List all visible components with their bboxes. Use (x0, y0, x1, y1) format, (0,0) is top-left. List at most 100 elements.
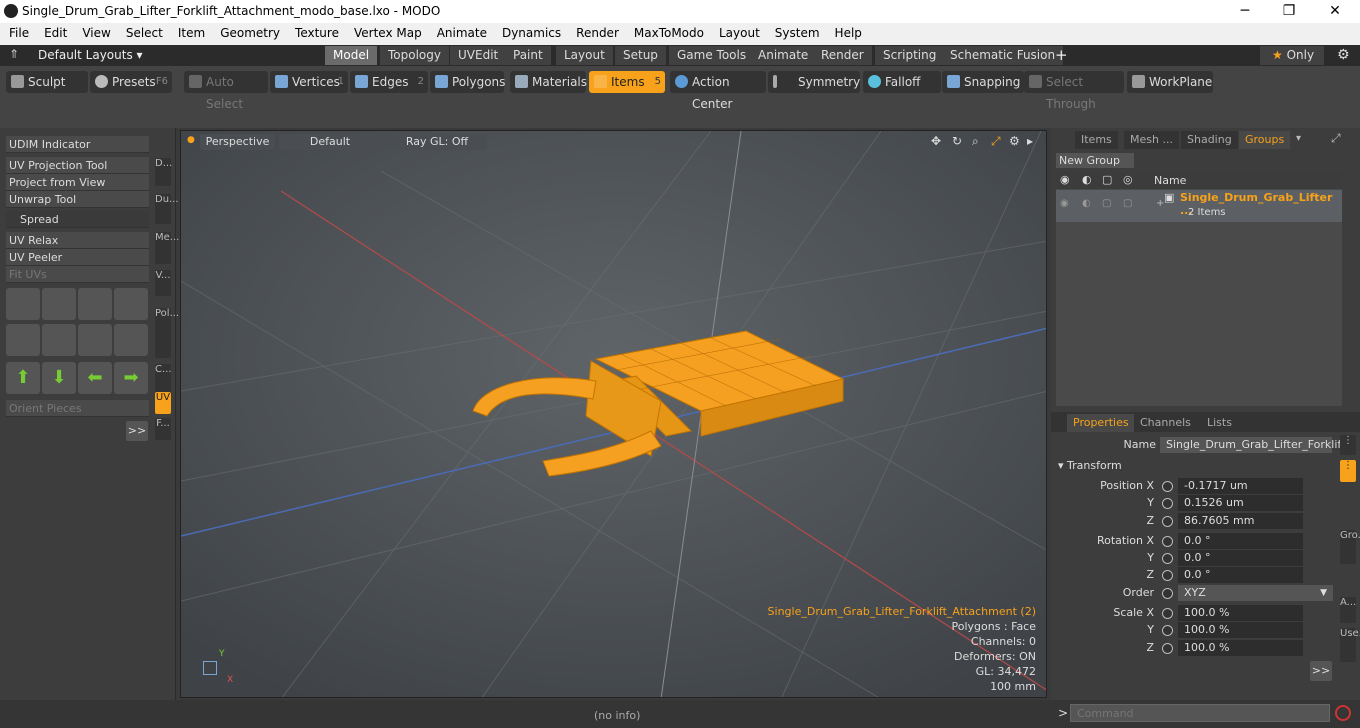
arrow-up-icon[interactable]: ⬆ (6, 362, 40, 394)
rotation-y-field[interactable]: 0.0 ° (1178, 550, 1303, 566)
more-tools-button[interactable]: >> (126, 421, 148, 441)
fit-view-icon[interactable]: ⤢ (991, 134, 1001, 149)
tab-groups[interactable]: Groups (1239, 131, 1291, 149)
select-toggle-icon[interactable]: ▢ (1123, 198, 1132, 209)
workplane-button[interactable]: WorkPlane (1127, 71, 1213, 93)
props-side-tab-handle[interactable]: ⋮ (1340, 435, 1356, 455)
tab-layout[interactable]: Layout (556, 46, 614, 65)
tab-topology[interactable]: Topology (380, 46, 450, 65)
select-through-button[interactable]: Select Through (1024, 71, 1124, 111)
gear-icon[interactable]: ⚙ (1337, 47, 1350, 63)
order-key-icon[interactable] (1162, 588, 1173, 599)
falloff-button[interactable]: Falloff (863, 71, 941, 93)
rotation-z-field[interactable]: 0.0 ° (1178, 567, 1303, 583)
position-z-key-icon[interactable] (1162, 516, 1173, 527)
menu-geometry[interactable]: Geometry (211, 23, 286, 40)
side-tab-d[interactable]: D... (155, 158, 172, 186)
position-x-field[interactable]: -0.1717 um (1178, 478, 1303, 494)
tab-schematic-fusion[interactable]: Schematic Fusion (942, 46, 1065, 65)
menu-select[interactable]: Select (117, 23, 169, 40)
close-button[interactable]: ✕ (1315, 1, 1355, 21)
scale-y-key-icon[interactable] (1162, 625, 1173, 636)
sculpt-button[interactable]: Sculpt (6, 71, 88, 93)
scale-z-key-icon[interactable] (1162, 643, 1173, 654)
uv-grid-icon[interactable] (114, 324, 148, 356)
menu-system[interactable]: System (766, 23, 826, 40)
scale-x-field[interactable]: 100.0 % (1178, 605, 1303, 621)
menu-dynamics[interactable]: Dynamics (493, 23, 567, 40)
viewport-expand-icon[interactable]: ▸ (1027, 134, 1033, 148)
order-dropdown[interactable]: XYZ ▼ (1178, 585, 1333, 601)
render-toggle-icon[interactable]: ◐ (1082, 198, 1091, 209)
default-shading-dropdown[interactable]: Default (279, 134, 381, 150)
group-row[interactable]: ◉ ◐ ▢ ▢ + ▣ Single_Drum_Grab_Lifter ... … (1056, 190, 1342, 222)
3d-viewport[interactable]: ● Perspective Default Ray GL: Off ✥ ↻ ⌕ … (180, 130, 1047, 698)
symmetry-button[interactable]: Symmetry (768, 71, 860, 93)
orient-pieces-button[interactable]: Orient Pieces (6, 400, 149, 417)
menu-edit[interactable]: Edit (35, 23, 73, 40)
menu-help[interactable]: Help (826, 23, 868, 40)
auto-select-button[interactable]: Auto Select (184, 71, 268, 111)
name-field[interactable]: Single_Drum_Grab_Lifter_Forklift (1160, 437, 1345, 453)
only-toggle[interactable]: ★ Only (1260, 46, 1324, 65)
fit-uvs-button[interactable]: Fit UVs (6, 266, 149, 283)
position-x-key-icon[interactable] (1162, 481, 1173, 492)
tab-setup[interactable]: Setup (615, 46, 667, 65)
side-tab-me[interactable]: Me... (155, 232, 179, 264)
tab-items[interactable]: Items (1075, 131, 1118, 149)
side-tab-uv[interactable]: UV (155, 392, 171, 414)
edges-button[interactable]: Edges 2 (350, 71, 428, 93)
rotation-x-key-icon[interactable] (1162, 536, 1173, 547)
tab-scripting[interactable]: Scripting (875, 46, 946, 65)
arrow-right-icon[interactable]: ➡ (114, 362, 148, 394)
arrow-left-icon[interactable]: ⬅ (78, 362, 112, 394)
scale-x-key-icon[interactable] (1162, 608, 1173, 619)
move-view-icon[interactable]: ✥ (931, 134, 941, 148)
tab-channels[interactable]: Channels (1134, 414, 1197, 432)
perspective-dropdown[interactable]: Perspective (200, 134, 275, 150)
udim-indicator-button[interactable]: UDIM Indicator (6, 136, 149, 153)
side-tab-v[interactable]: V... (155, 270, 171, 296)
add-tab-button[interactable]: + (1055, 46, 1068, 64)
maximize-button[interactable]: ❐ (1269, 1, 1309, 21)
props-side-tab-a[interactable]: A... (1340, 597, 1356, 623)
menu-vertex-map[interactable]: Vertex Map (345, 23, 428, 40)
side-tab-c[interactable]: C... (155, 364, 172, 394)
properties-more-button[interactable]: >> (1310, 661, 1332, 681)
props-side-tab-use[interactable]: Use... (1340, 628, 1360, 662)
presets-button[interactable]: Presets F6 (90, 71, 172, 93)
unwrap-tool-button[interactable]: Unwrap Tool (6, 191, 149, 208)
uv-scale-tool-icon[interactable] (78, 288, 112, 320)
tab-mesh[interactable]: Mesh ... (1124, 131, 1179, 149)
uv-pyramid-icon[interactable] (78, 324, 112, 356)
rotation-x-field[interactable]: 0.0 ° (1178, 533, 1303, 549)
position-y-field[interactable]: 0.1526 um (1178, 495, 1303, 511)
scale-y-field[interactable]: 100.0 % (1178, 622, 1303, 638)
menu-maxtomodo[interactable]: MaxToModo (625, 23, 710, 40)
tab-uvedit[interactable]: UVEdit (450, 46, 508, 65)
side-tab-du[interactable]: Du... (155, 194, 179, 224)
viewport-settings-icon[interactable]: ⚙ (1009, 134, 1020, 148)
tab-shading[interactable]: Shading (1181, 131, 1238, 149)
transform-section-header[interactable]: ▾ Transform (1058, 459, 1122, 472)
minimize-button[interactable]: ─ (1225, 1, 1265, 21)
rotation-y-key-icon[interactable] (1162, 553, 1173, 564)
side-tab-f[interactable]: F... (155, 418, 171, 440)
rotation-z-key-icon[interactable] (1162, 570, 1173, 581)
lock-toggle-icon[interactable]: ▢ (1102, 198, 1111, 209)
position-y-key-icon[interactable] (1162, 498, 1173, 509)
uv-projection-tool-button[interactable]: UV Projection Tool (6, 157, 149, 174)
action-center-button[interactable]: Action Center (670, 71, 766, 111)
uv-rotate-tool-icon[interactable] (42, 288, 76, 320)
position-z-field[interactable]: 86.7605 mm (1178, 513, 1303, 529)
snapping-button[interactable]: Snapping (942, 71, 1024, 93)
menu-animate[interactable]: Animate (428, 23, 493, 40)
side-tab-pol[interactable]: Pol... (155, 308, 179, 358)
menu-layout[interactable]: Layout (710, 23, 766, 40)
uv-move-tool-icon[interactable] (6, 288, 40, 320)
uv-transform-tool-icon[interactable] (114, 288, 148, 320)
menu-view[interactable]: View (73, 23, 116, 40)
panel-expand-icon[interactable]: ⤢ (1331, 131, 1341, 146)
materials-button[interactable]: Materials (510, 71, 587, 93)
rotate-view-icon[interactable]: ↻ (952, 134, 962, 148)
